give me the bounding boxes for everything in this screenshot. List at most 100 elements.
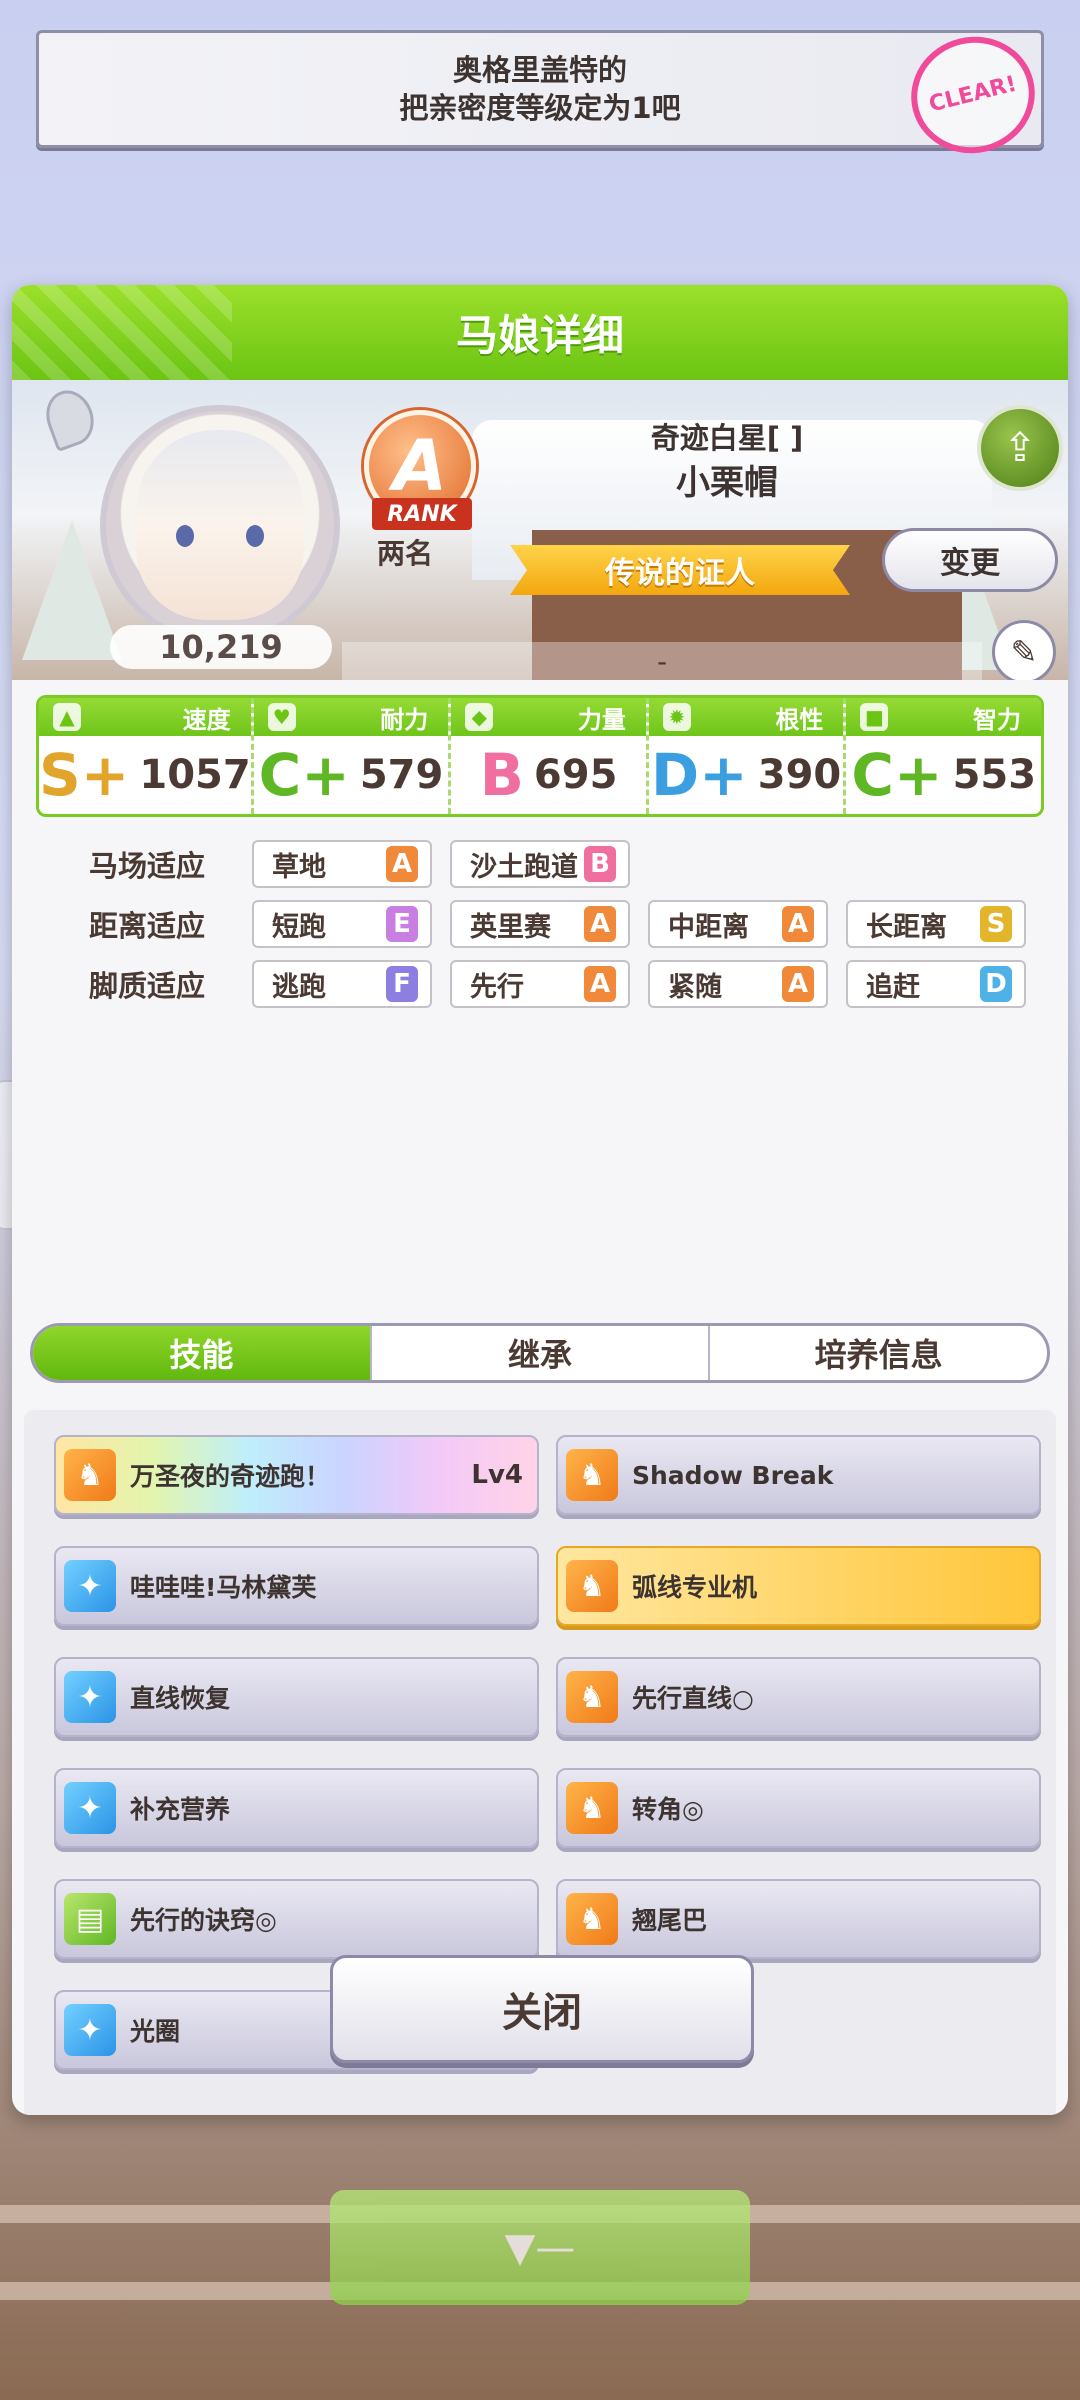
stat-body: B 695 [451,736,646,814]
skill-item[interactable]: ✦ 直线恢复 [54,1657,539,1737]
grade-badge: A [584,906,616,942]
horse-skill-icon: ♞ [566,1782,618,1834]
sparkle-skill-icon: ✦ [64,2004,116,2056]
sparkle-skill-icon: ✦ [64,1782,116,1834]
skill-item[interactable]: ♞ 万圣夜的奇迹跑！ Lv4 [54,1435,539,1515]
fan-count: 10,219 [110,625,332,669]
skill-level: Lv4 [471,1460,523,1490]
horse-skill-icon: ♞ [566,1893,618,1945]
detail-tabs: 技能 继承 培养信息 [30,1323,1050,1383]
character-portrait [136,430,304,620]
muscle-icon: ◆ [465,703,494,731]
stat-header: ♥ 耐力 [253,698,449,736]
character-banner: - 10,219 A RANK 两名 奇迹白星[ ] 小栗帽 传说的证人 变更 … [12,380,1068,680]
tab-training-info[interactable]: 培养信息 [710,1326,1047,1380]
background-button: ▼— [330,2190,750,2305]
grade-badge: A [584,966,616,1002]
stat-column: ✹ 根性 D+ 390 [648,698,847,814]
stat-header: ▲ 速度 [39,698,251,736]
stat-column: ◆ 力量 B 695 [451,698,649,814]
skill-item[interactable]: ✦ 补充营养 [54,1768,539,1848]
skill-item[interactable]: ♞ Shadow Break [556,1435,1041,1515]
flame-icon: ✹ [662,703,691,731]
aptitude-row-track: 马场适应 草地 A 沙土跑道 B [42,840,648,888]
stat-body: C+ 553 [846,736,1041,814]
sparkle-skill-icon: ✦ [64,1671,116,1723]
pencil-icon[interactable]: ✎ [992,620,1056,680]
horse-skill-icon: ♞ [566,1449,618,1501]
close-button[interactable]: 关闭 [330,1955,754,2063]
aptitude-leader: 先行 A [450,960,630,1008]
aptitude-mile: 英里赛 A [450,900,630,948]
skill-item[interactable]: ♞ 翘尾巴 [556,1879,1041,1959]
stat-label: 智力 [973,705,1022,734]
aptitude-name: 短跑 [272,911,326,943]
skill-name: 万圣夜的奇迹跑！ [130,1462,331,1491]
skill-name: 直线恢复 [130,1684,231,1713]
tab-skills[interactable]: 技能 [33,1326,372,1380]
book-skill-icon: ▤ [64,1893,116,1945]
grade-badge: A [782,906,814,942]
skill-name: 补充营养 [130,1795,231,1824]
share-icon[interactable]: ⇪ [977,405,1063,491]
aptitude-turf: 草地 A [252,840,432,888]
notice-line-1: 奥格里盖特的 [452,53,627,87]
grade-badge: A [782,966,814,1002]
aptitude-row-distance: 距离适应 短跑 E 英里赛 A 中距离 A 长距离 S [42,900,1044,948]
stats-panel: ▲ 速度 S+ 1057 ♥ 耐力 C+ 579 ◆ 力量 B 695 ✹ 根性 D+ 390 ■ 智力 C+ 553 [36,695,1044,817]
grade-badge: B [584,846,616,882]
stat-header: ■ 智力 [846,698,1041,736]
stat-header: ✹ 根性 [648,698,844,736]
aptitude-long: 长距离 S [846,900,1026,948]
stat-header: ◆ 力量 [451,698,646,736]
skill-name: 哇哇哇!马林黛芙 [130,1573,317,1602]
aptitude-dirt: 沙土跑道 B [450,840,630,888]
aptitude-chaser: 追赶 D [846,960,1026,1008]
stat-body: D+ 390 [649,736,844,814]
aptitude-name: 逃跑 [272,971,326,1003]
stat-label: 耐力 [380,705,429,734]
carrot-icon [38,383,102,453]
header-pattern [12,285,232,380]
epithet-ribbon: 传说的证人 [510,545,850,595]
stat-grade: C+ [258,741,350,809]
stat-grade: B [479,741,524,809]
skill-item[interactable]: ▤ 先行的诀窍◎ [54,1879,539,1959]
aptitude-sprint: 短跑 E [252,900,432,948]
grade-badge: E [386,906,418,942]
skill-item[interactable]: ♞ 转角◎ [556,1768,1041,1848]
aptitude-name: 追赶 [866,971,920,1003]
stat-value: 695 [533,752,618,798]
heart-icon: ♥ [267,703,296,731]
stat-label: 根性 [775,705,824,734]
stat-grade: C+ [851,741,943,809]
skill-item[interactable]: ♞ 弧线专业机 [556,1546,1041,1626]
change-epithet-button[interactable]: 变更 [882,528,1058,592]
tab-inheritance[interactable]: 继承 [372,1326,711,1380]
stat-body: S+ 1057 [39,736,251,814]
character-name: 小栗帽 [676,463,778,503]
aptitude-label: 马场适应 [88,849,205,883]
memo-text: - [656,644,668,678]
aptitude-label: 距离适应 [88,909,205,943]
memo-field: - [342,642,982,680]
skill-name: 转角◎ [632,1795,704,1824]
rank-place: 两名 [377,537,434,570]
skill-item[interactable]: ✦ 哇哇哇!马林黛芙 [54,1546,539,1626]
modal-title: 马娘详细 [455,311,624,360]
stat-column: ▲ 速度 S+ 1057 [39,698,254,814]
aptitude-medium: 中距离 A [648,900,828,948]
skill-item[interactable]: ♞ 先行直线○ [556,1657,1041,1737]
aptitude-name: 先行 [470,971,524,1003]
horse-skill-icon: ♞ [566,1671,618,1723]
grade-badge: S [980,906,1012,942]
aptitude-name: 草地 [272,851,326,883]
aptitude-runner: 逃跑 F [252,960,432,1008]
stat-body: C+ 579 [254,736,449,814]
grade-badge: D [980,966,1012,1002]
cap-icon: ■ [860,703,889,731]
skill-name: 弧线专业机 [632,1573,758,1602]
horse-skill-icon: ♞ [566,1560,618,1612]
character-title: 奇迹白星[ ] [650,421,804,455]
character-avatar[interactable] [100,405,340,645]
